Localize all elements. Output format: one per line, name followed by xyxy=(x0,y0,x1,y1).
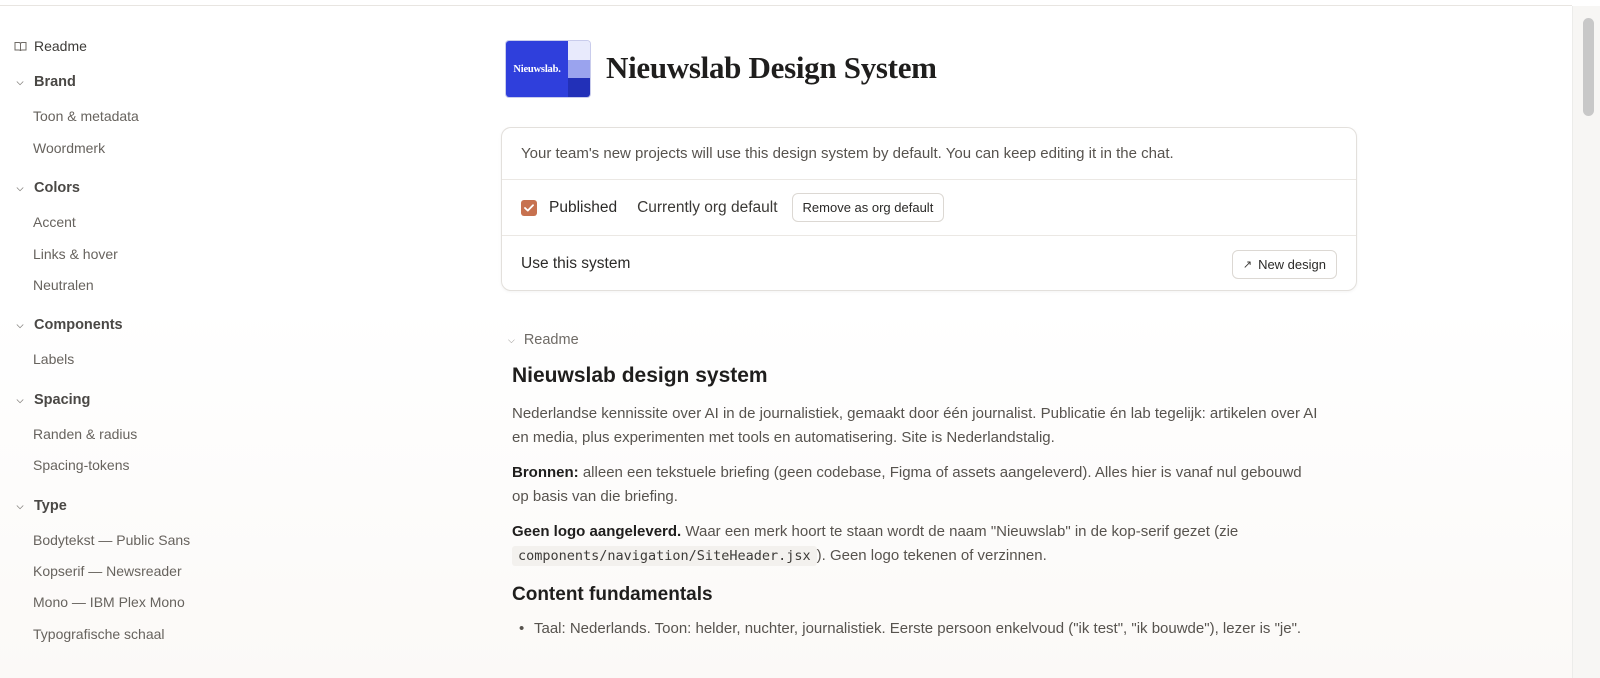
readme-toggle-label: Readme xyxy=(523,332,579,348)
sidebar-item-kopserif[interactable]: Kopserif — Newsreader xyxy=(33,563,182,579)
readme-intro: Nederlandse kennissite over AI in de jou… xyxy=(512,405,1318,446)
use-system-row: Use this system ↗ New design xyxy=(502,236,1356,292)
chevron-down-icon: ⌵ xyxy=(16,500,24,511)
scrollbar-thumb[interactable] xyxy=(1583,18,1594,116)
remove-org-default-button[interactable]: Remove as org default xyxy=(791,193,945,222)
content-fundamentals-heading: Content fundamentals xyxy=(512,584,713,605)
sidebar-section-components[interactable]: ⌵ Components xyxy=(14,317,123,333)
logo-note-text: Waar een merk hoort te staan wordt de na… xyxy=(681,523,1239,540)
bullet-icon: • xyxy=(519,620,525,637)
sidebar-item-links-hover[interactable]: Links & hover xyxy=(33,246,118,262)
sidebar-item-neutralen[interactable]: Neutralen xyxy=(33,277,94,293)
scrollbar-track[interactable] xyxy=(1572,6,1600,678)
chevron-down-icon: ⌵ xyxy=(16,319,24,330)
main-content: Nieuwslab. Nieuwslab Design System Your … xyxy=(500,0,1360,678)
default-info-row: Your team's new projects will use this d… xyxy=(502,128,1356,180)
logo-note-tail: ). Geen logo tekenen of verzinnen. xyxy=(816,547,1047,564)
logo-swatch-mid xyxy=(568,59,590,79)
sidebar-item-woordmerk[interactable]: Woordmerk xyxy=(33,140,105,156)
sidebar-item-spacing-tokens[interactable]: Spacing-tokens xyxy=(33,457,130,473)
sources-bold: Bronnen: xyxy=(512,464,579,481)
section-title: Colors xyxy=(34,180,80,196)
sidebar-item-label: Readme xyxy=(34,38,87,54)
book-icon xyxy=(14,41,27,52)
sidebar-item-label: Spacing-tokens xyxy=(33,457,130,473)
checkmark-icon xyxy=(524,203,534,211)
sidebar-section-colors[interactable]: ⌵ Colors xyxy=(14,180,80,196)
section-title: Type xyxy=(34,498,67,514)
sidebar-section-type[interactable]: ⌵ Type xyxy=(14,498,67,514)
section-title: Components xyxy=(34,317,123,333)
published-label: Published xyxy=(549,198,618,216)
default-info-text: Your team's new projects will use this d… xyxy=(521,145,1174,162)
sidebar-item-accent[interactable]: Accent xyxy=(33,214,76,230)
readme-sources: Bronnen: alleen een tekstuele briefing (… xyxy=(512,461,1322,509)
page-title: Nieuwslab Design System xyxy=(606,50,937,85)
sources-text: alleen een tekstuele briefing (geen code… xyxy=(512,464,1302,505)
system-settings-card: Your team's new projects will use this d… xyxy=(501,127,1357,291)
chevron-down-icon: ⌵ xyxy=(16,182,24,193)
sidebar: Readme ⌵ Brand Toon & metadata Woordmerk… xyxy=(0,0,300,678)
logo-color-strip xyxy=(568,41,590,97)
published-checkbox[interactable] xyxy=(521,199,537,216)
new-design-button[interactable]: ↗ New design xyxy=(1231,249,1337,279)
sidebar-item-label: Bodytekst — Public Sans xyxy=(33,532,191,548)
arrow-up-right-icon: ↗ xyxy=(1242,258,1253,271)
chevron-down-icon: ⌵ xyxy=(16,394,24,405)
logo-swatch-light xyxy=(568,41,590,60)
section-title: Spacing xyxy=(34,392,91,408)
sidebar-item-label: Labels xyxy=(33,351,75,367)
sidebar-item-toon-metadata[interactable]: Toon & metadata xyxy=(33,108,139,124)
sidebar-item-randen-radius[interactable]: Randen & radius xyxy=(33,426,137,442)
list-item: • Taal: Nederlands. Toon: helder, nuchter… xyxy=(512,617,1322,641)
sidebar-item-label: Mono — IBM Plex Mono xyxy=(33,594,185,610)
sidebar-item-label: Typografische schaal xyxy=(33,626,165,642)
sidebar-item-readme[interactable]: Readme xyxy=(14,38,87,54)
code-path: components/navigation/SiteHeader.jsx xyxy=(512,546,817,566)
sidebar-item-label: Accent xyxy=(33,214,76,230)
sidebar-item-label: Links & hover xyxy=(33,246,118,262)
readme-heading: Nieuwslab design system xyxy=(512,364,768,387)
sidebar-section-brand[interactable]: ⌵ Brand xyxy=(14,74,76,90)
sidebar-item-labels[interactable]: Labels xyxy=(33,351,74,367)
org-default-status: Currently org default xyxy=(637,198,778,216)
sidebar-item-label: Toon & metadata xyxy=(33,108,139,124)
use-system-label: Use this system xyxy=(521,255,631,272)
sidebar-item-mono[interactable]: Mono — IBM Plex Mono xyxy=(33,594,185,610)
publish-row: Published Currently org default Remove a… xyxy=(502,180,1356,236)
sidebar-item-typografische-schaal[interactable]: Typografische schaal xyxy=(33,626,165,642)
sidebar-section-spacing[interactable]: ⌵ Spacing xyxy=(14,392,91,408)
readme-toggle[interactable]: ⌵ Readme xyxy=(508,332,579,348)
readme-logo-note: Geen logo aangeleverd. Waar een merk hoo… xyxy=(512,520,1322,568)
sidebar-item-label: Neutralen xyxy=(33,277,94,293)
section-title: Brand xyxy=(34,74,76,90)
content-fundamentals-list: • Taal: Nederlands. Toon: helder, nuchter… xyxy=(512,617,1322,641)
new-design-label: New design xyxy=(1258,256,1326,272)
logo-wordmark: Nieuwslab. xyxy=(506,41,568,97)
brand-logo: Nieuwslab. xyxy=(506,41,590,97)
chevron-down-icon: ⌵ xyxy=(16,76,24,87)
logo-note-bold: Geen logo aangeleverd. xyxy=(512,523,682,540)
sidebar-item-label: Kopserif — Newsreader xyxy=(33,563,182,579)
readme-content: Nieuwslab design system Nederlandse kenn… xyxy=(512,364,1322,641)
sidebar-item-label: Woordmerk xyxy=(33,140,106,156)
logo-swatch-dark xyxy=(568,78,590,97)
chevron-down-icon: ⌵ xyxy=(508,334,515,345)
sidebar-item-label: Randen & radius xyxy=(33,426,138,442)
list-item-text: Taal: Nederlands. Toon: helder, nuchter,… xyxy=(534,620,1302,637)
sidebar-item-bodytekst[interactable]: Bodytekst — Public Sans xyxy=(33,532,190,548)
